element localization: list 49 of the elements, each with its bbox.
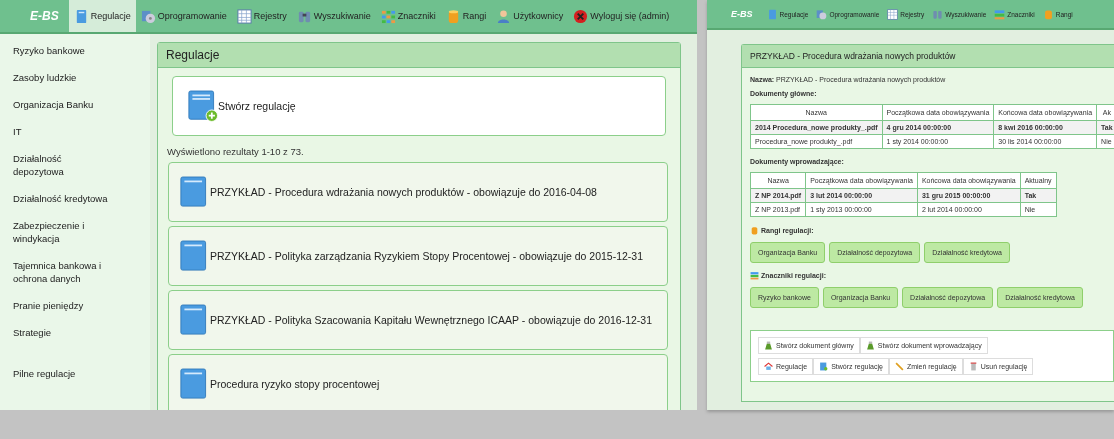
book-icon	[819, 362, 829, 371]
nav-tab[interactable]: Znaczniki	[375, 0, 441, 32]
nav-tab[interactable]: Regulacje	[68, 0, 136, 32]
sidebar-item[interactable]: Zabezpieczenie i windykacja	[0, 219, 120, 245]
sidebar-item[interactable]: Strategie	[0, 326, 120, 339]
sidebar-item[interactable]: Działalność depozytowa	[0, 152, 120, 178]
sidebar-item[interactable]: Pilne regulacje	[0, 367, 120, 380]
disc-icon	[816, 8, 828, 20]
trash-icon	[968, 362, 978, 371]
regulation-card[interactable]: PRZYKŁAD - Polityka zarządzania Ryzykiem Stopy Procentowej - obowiązuje do 2015-12-31	[168, 226, 668, 286]
coin-stack-icon	[750, 226, 759, 235]
panel-title: Regulacje	[158, 43, 680, 68]
book-add-icon	[188, 89, 218, 123]
sidebar-item[interactable]: Ryzyko bankowe	[0, 44, 120, 57]
nav-tab[interactable]: Oprogramowanie	[135, 0, 232, 32]
brand-logo: E-BS	[730, 9, 754, 19]
sidebar-item[interactable]: Tajemnica bankowa i ochrona danych	[0, 259, 120, 285]
sidebar-item[interactable]: Pranie pieniędzy	[0, 299, 120, 312]
sidebar-item[interactable]: Zasoby ludzkie	[0, 71, 120, 84]
nav-tab[interactable]: Wyszukiwanie	[291, 0, 376, 32]
home-icon	[764, 362, 773, 371]
nav-tab[interactable]: Użytkownicy	[491, 0, 569, 32]
coin-stack-icon	[1042, 8, 1054, 20]
nav-tab[interactable]: Rejestry	[231, 0, 292, 32]
nav-tab[interactable]: Rangi	[440, 0, 492, 32]
nav-tab[interactable]: Wyloguj się (admin)	[568, 0, 675, 32]
panel-title: PRZYKŁAD - Procedura wdrażania nowych produktów	[742, 45, 1114, 68]
pencil-icon	[894, 362, 904, 371]
sidebar-item[interactable]: Organizacja Banku	[0, 98, 120, 111]
regulation-card[interactable]: PRZYKŁAD - Polityka Szacowania Kapitału Wewnętrznego ICAAP - obowiązuje do 2016-12-31	[168, 290, 668, 350]
sidebar-item[interactable]: Działalność kredytowa	[0, 192, 120, 205]
create-regulation-card[interactable]: Stwórz regulację	[172, 76, 666, 136]
brand-logo: E-BS	[29, 9, 60, 23]
user-icon	[496, 8, 512, 24]
close-icon	[573, 8, 589, 24]
table-icon	[236, 8, 252, 24]
table-icon	[887, 8, 899, 20]
grid-icon	[380, 8, 396, 24]
flask-icon	[764, 341, 773, 350]
sidebar-item[interactable]: IT	[0, 125, 120, 138]
grid-icon	[994, 8, 1006, 20]
regulation-card[interactable]: Procedura ryzyko stopy procentowej	[168, 354, 668, 410]
binoculars-icon	[932, 8, 944, 20]
book-icon	[766, 8, 778, 20]
regulation-card[interactable]: PRZYKŁAD - Procedura wdrażania nowych produktów - obowiązuje do 2016-04-08	[168, 162, 668, 222]
grid-icon	[750, 271, 759, 280]
disc-icon	[140, 8, 156, 24]
flask-icon	[865, 341, 875, 350]
results-count: Wyświetlono rezultaty 1-10 z 73.	[167, 146, 305, 157]
